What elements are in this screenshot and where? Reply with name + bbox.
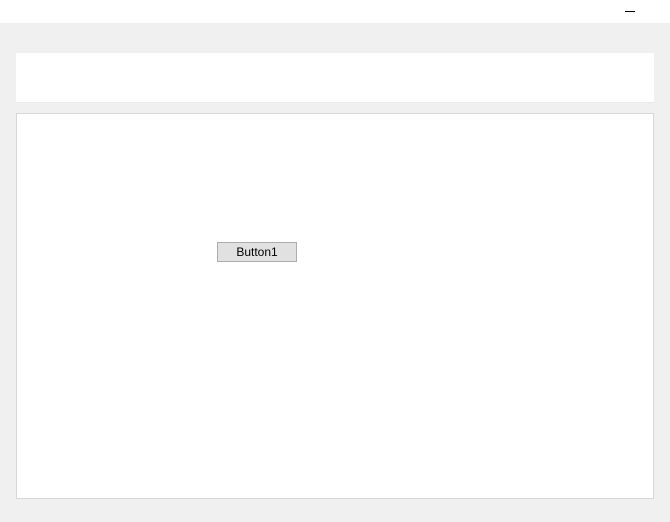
minimize-icon[interactable]: [620, 4, 640, 18]
button1[interactable]: Button1: [217, 242, 297, 262]
header-panel: [16, 53, 654, 103]
titlebar: [0, 0, 670, 23]
content-area: Button1: [0, 23, 670, 522]
spacer: [16, 103, 654, 113]
main-panel: Button1: [16, 113, 654, 499]
